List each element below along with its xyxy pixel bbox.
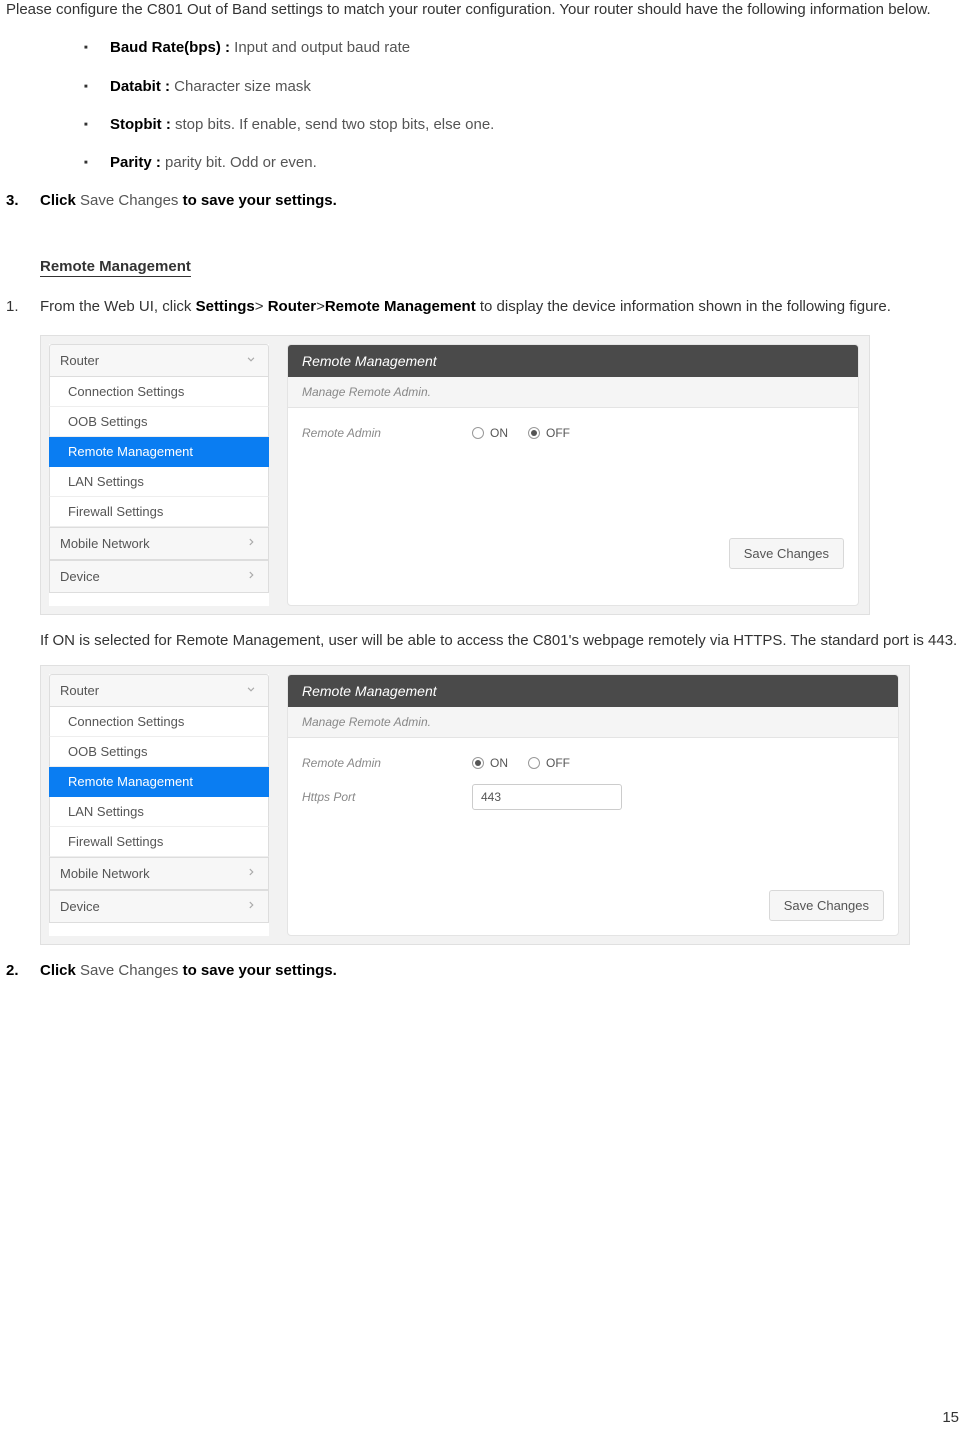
step-text-pre: Click	[40, 192, 80, 209]
step-number: 2.	[6, 961, 19, 981]
bullet-label: Parity :	[110, 154, 165, 171]
save-changes-button[interactable]: Save Changes	[729, 538, 844, 569]
panel-remote-management: Remote Management Manage Remote Admin. R…	[287, 674, 899, 936]
step-text-gray: Save Changes	[80, 192, 178, 209]
bullet-stopbit: Stopbit : stop bits. If enable, send two…	[84, 115, 967, 135]
sidebar-item-lan-settings[interactable]: LAN Settings	[49, 467, 269, 497]
https-port-input[interactable]	[472, 784, 622, 810]
step-text-gray: Save Changes	[80, 962, 178, 979]
sidebar-item-oob-settings[interactable]: OOB Settings	[49, 407, 269, 437]
panel-subtitle: Manage Remote Admin.	[288, 377, 858, 408]
field-label: Remote Admin	[302, 426, 472, 440]
panel-title: Remote Management	[288, 345, 858, 377]
radio-off-label: OFF	[546, 756, 570, 770]
bullet-desc: Character size mask	[174, 78, 311, 95]
figure-remote-management-on: Router Connection Settings OOB Settings …	[40, 665, 910, 945]
step-2: 2. Click Save Changes to save your setti…	[6, 961, 967, 981]
chevron-right-icon	[244, 568, 258, 585]
bullet-baud-rate: Baud Rate(bps) : Input and output baud r…	[84, 38, 967, 58]
bullet-label: Databit :	[110, 78, 174, 95]
step-number: 1.	[6, 297, 19, 317]
intro-text: Please configure the C801 Out of Band se…	[6, 0, 967, 20]
step-b2: Router	[268, 298, 316, 315]
sidebar-item-remote-management[interactable]: Remote Management	[49, 767, 269, 797]
step-sep1: >	[255, 298, 268, 315]
step-sep2: >	[316, 298, 325, 315]
bullet-desc: parity bit. Odd or even.	[165, 154, 317, 171]
save-changes-button[interactable]: Save Changes	[769, 890, 884, 921]
bullet-label: Stopbit :	[110, 116, 175, 133]
radio-off[interactable]	[528, 427, 540, 439]
panel-subtitle: Manage Remote Admin.	[288, 707, 898, 738]
sidebar-item-label: Device	[60, 899, 100, 914]
sidebar-item-connection-settings[interactable]: Connection Settings	[49, 377, 269, 407]
sidebar-item-label: Mobile Network	[60, 866, 150, 881]
sidebar-item-mobile-network[interactable]: Mobile Network	[49, 527, 269, 560]
sidebar-item-label: Router	[60, 353, 99, 368]
oob-settings-list: Baud Rate(bps) : Input and output baud r…	[6, 38, 967, 173]
step-1: 1. From the Web UI, click Settings> Rout…	[6, 297, 967, 317]
chevron-right-icon	[244, 535, 258, 552]
bullet-label: Baud Rate(bps) :	[110, 39, 234, 56]
step-number: 3.	[6, 191, 19, 211]
sidebar-item-firewall-settings[interactable]: Firewall Settings	[49, 497, 269, 527]
bullet-parity: Parity : parity bit. Odd or even.	[84, 153, 967, 173]
sidebar-item-router[interactable]: Router	[49, 344, 269, 377]
sidebar-item-firewall-settings[interactable]: Firewall Settings	[49, 827, 269, 857]
step-3: 3. Click Save Changes to save your setti…	[6, 191, 967, 211]
sidebar-item-device[interactable]: Device	[49, 890, 269, 923]
sidebar-item-oob-settings[interactable]: OOB Settings	[49, 737, 269, 767]
sidebar-item-connection-settings[interactable]: Connection Settings	[49, 707, 269, 737]
sidebar-item-mobile-network[interactable]: Mobile Network	[49, 857, 269, 890]
section-heading-remote-management: Remote Management	[40, 258, 191, 277]
after-figure-1-text: If ON is selected for Remote Management,…	[40, 631, 967, 651]
step-b1: Settings	[196, 298, 255, 315]
sidebar-item-remote-management[interactable]: Remote Management	[49, 437, 269, 467]
sidebar-item-device[interactable]: Device	[49, 560, 269, 593]
field-label: Https Port	[302, 790, 472, 804]
radio-on-label: ON	[490, 756, 508, 770]
field-remote-admin: Remote Admin ON OFF	[302, 426, 844, 440]
panel-remote-management: Remote Management Manage Remote Admin. R…	[287, 344, 859, 606]
radio-on[interactable]	[472, 757, 484, 769]
radio-off-label: OFF	[546, 426, 570, 440]
bullet-desc: Input and output baud rate	[234, 39, 410, 56]
bullet-desc: stop bits. If enable, send two stop bits…	[175, 116, 494, 133]
step-text-post: to save your settings.	[178, 962, 336, 979]
radio-off[interactable]	[528, 757, 540, 769]
figure-remote-management-off: Router Connection Settings OOB Settings …	[40, 335, 870, 615]
field-label: Remote Admin	[302, 756, 472, 770]
step-text-pre: Click	[40, 962, 80, 979]
sidebar-nav: Router Connection Settings OOB Settings …	[49, 674, 269, 936]
sidebar-item-label: Router	[60, 683, 99, 698]
chevron-down-icon	[244, 352, 258, 369]
panel-title: Remote Management	[288, 675, 898, 707]
bullet-databit: Databit : Character size mask	[84, 77, 967, 97]
step-b3: Remote Management	[325, 298, 476, 315]
step-text-post: to display the device information shown …	[476, 298, 891, 315]
sidebar-nav: Router Connection Settings OOB Settings …	[49, 344, 269, 606]
sidebar-item-router[interactable]: Router	[49, 674, 269, 707]
chevron-right-icon	[244, 865, 258, 882]
radio-on[interactable]	[472, 427, 484, 439]
chevron-down-icon	[244, 682, 258, 699]
field-https-port: Https Port	[302, 784, 884, 810]
radio-on-label: ON	[490, 426, 508, 440]
step-text-pre: From the Web UI, click	[40, 298, 196, 315]
chevron-right-icon	[244, 898, 258, 915]
sidebar-item-label: Mobile Network	[60, 536, 150, 551]
sidebar-item-label: Device	[60, 569, 100, 584]
step-text-post: to save your settings.	[178, 192, 336, 209]
field-remote-admin: Remote Admin ON OFF	[302, 756, 884, 770]
sidebar-item-lan-settings[interactable]: LAN Settings	[49, 797, 269, 827]
page-number: 15	[942, 1409, 959, 1426]
